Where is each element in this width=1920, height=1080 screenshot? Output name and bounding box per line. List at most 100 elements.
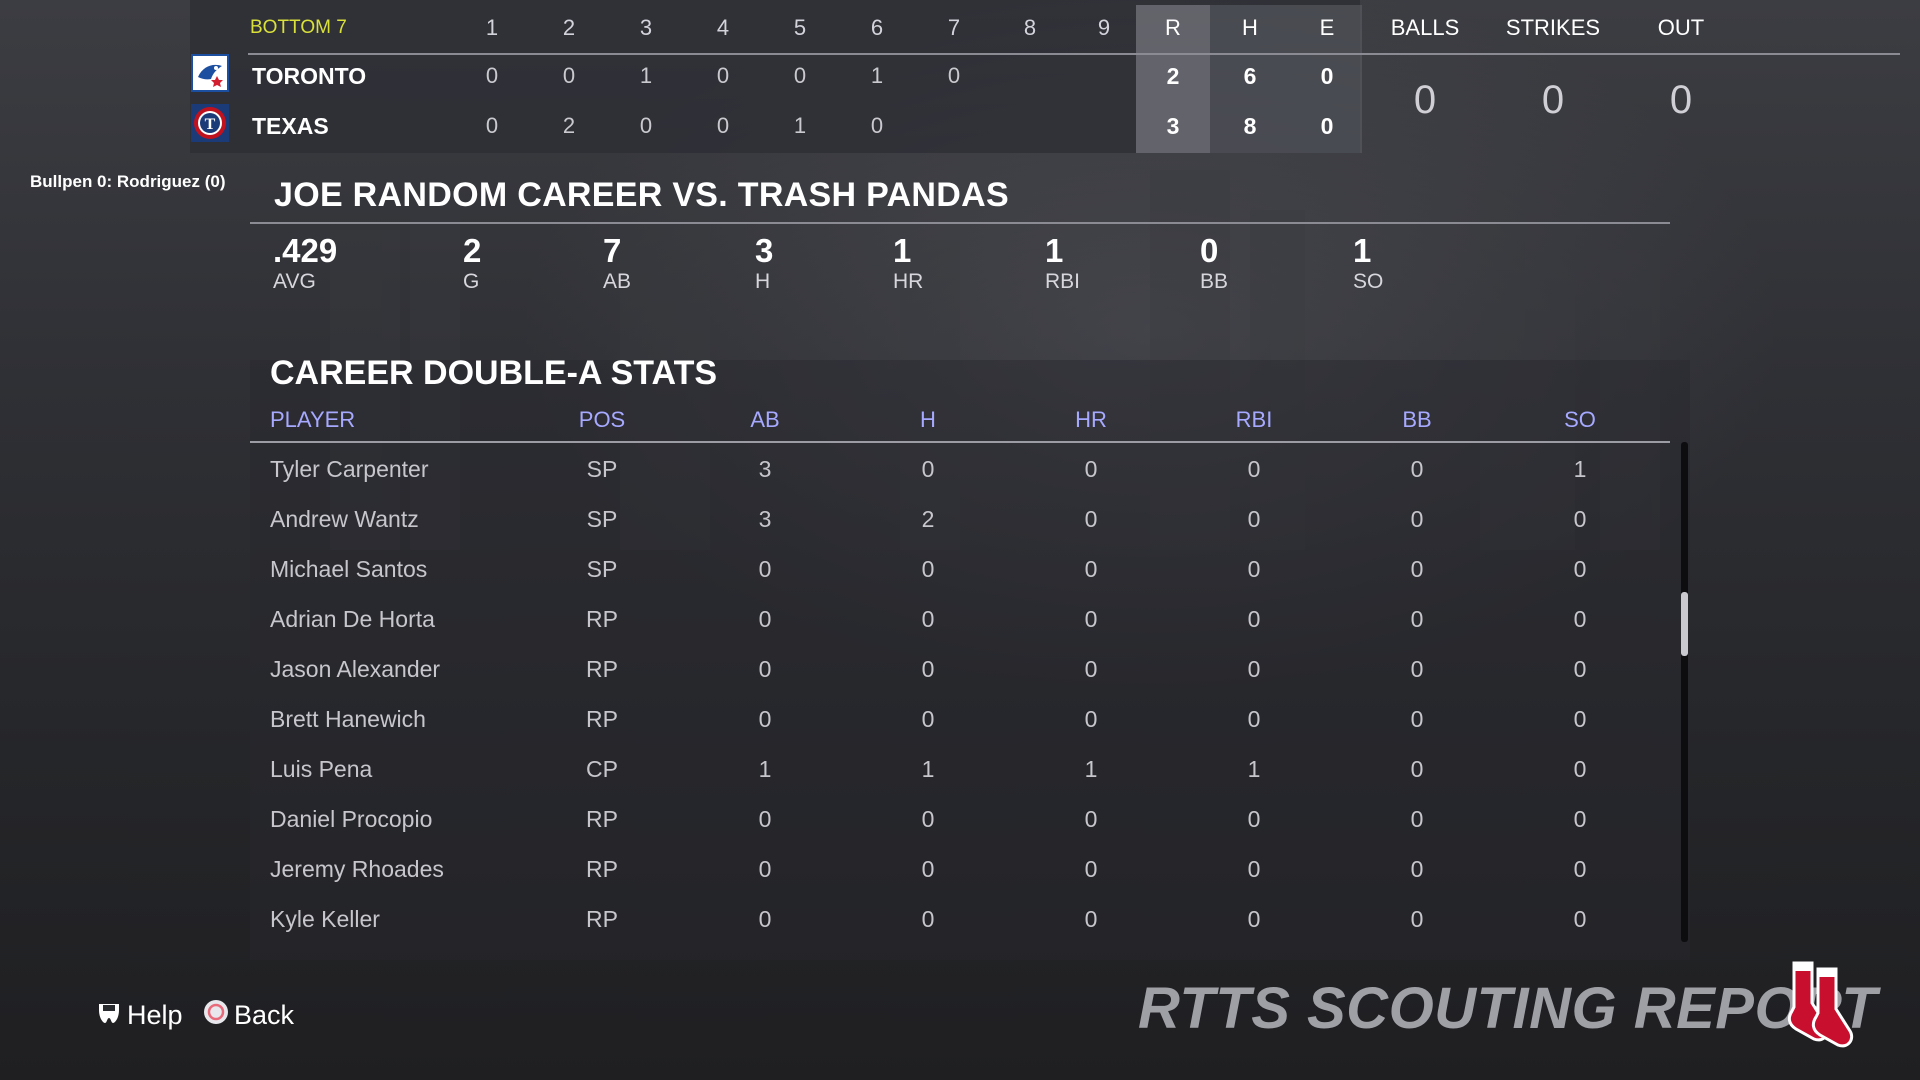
table-row[interactable]: Daniel Procopio RP 0 0 0 0 0 0 <box>250 794 1670 844</box>
stat-cell: 0 <box>1410 906 1424 932</box>
inning-score: 0 <box>716 113 730 138</box>
stat-value: 1 <box>893 232 912 269</box>
help-button[interactable]: Help <box>95 998 183 1033</box>
inning-header: 3 <box>639 15 653 40</box>
scrollbar-track[interactable] <box>1681 442 1688 942</box>
inning-header: 7 <box>947 15 961 40</box>
table-row[interactable]: Kyle Keller RP 0 0 0 0 0 0 <box>250 894 1670 944</box>
scoreboard-divider <box>248 53 1900 55</box>
career-vs-title: JOE RANDOM CAREER VS. TRASH PANDAS <box>274 176 1009 214</box>
column-header: H <box>920 407 936 432</box>
stat-cell: SP <box>586 456 618 482</box>
stat-cell: SP <box>586 506 618 532</box>
stat-cell: 0 <box>1084 506 1098 532</box>
stat-cell: 1 <box>921 756 935 782</box>
stat-cell: 3 <box>758 506 772 532</box>
table-row[interactable]: Luis Pena CP 1 1 1 1 0 0 <box>250 744 1670 794</box>
player-name: Andrew Wantz <box>270 506 419 532</box>
stat-cell: 0 <box>758 706 772 732</box>
column-header: HR <box>1075 407 1107 432</box>
stat-cell: 0 <box>1573 656 1587 682</box>
stat-cell: 1 <box>1247 756 1261 782</box>
inning-score: 0 <box>793 63 807 88</box>
table-row[interactable]: Michael Santos SP 0 0 0 0 0 0 <box>250 544 1670 594</box>
total-hits: 8 <box>1243 113 1257 139</box>
player-name: Brett Hanewich <box>270 706 426 732</box>
stat-label: G <box>463 270 480 293</box>
table-row[interactable]: Tyler Carpenter SP 3 0 0 0 0 1 <box>250 444 1670 494</box>
stat-cell: 0 <box>758 656 772 682</box>
stat-cell: 0 <box>1410 856 1424 882</box>
stat-cell: 0 <box>1573 756 1587 782</box>
stat-value: 1 <box>1045 232 1064 269</box>
table-row[interactable]: Andrew Wantz SP 3 2 0 0 0 0 <box>250 494 1670 544</box>
stat-cell: 0 <box>921 906 935 932</box>
total-errors: 0 <box>1320 113 1334 139</box>
stat-cell: 0 <box>1573 906 1587 932</box>
column-header: PLAYER <box>270 407 356 432</box>
team-name-texas: TEXAS <box>252 113 329 139</box>
stat-cell: 0 <box>1084 456 1098 482</box>
table-row[interactable]: Adrian De Horta RP 0 0 0 0 0 0 <box>250 594 1670 644</box>
stat-cell: 0 <box>1084 856 1098 882</box>
table-row[interactable]: Jeremy Rhoades RP 0 0 0 0 0 0 <box>250 844 1670 894</box>
career-stat: 1 SO <box>1353 232 1383 294</box>
stat-cell: 0 <box>1247 556 1261 582</box>
stat-cell: 0 <box>921 706 935 732</box>
inning-score: 0 <box>485 113 499 138</box>
stat-label: AB <box>603 270 632 293</box>
stat-cell: 0 <box>1410 556 1424 582</box>
column-header: RBI <box>1235 407 1273 432</box>
help-label: Help <box>127 1000 183 1030</box>
career-stat: 2G <box>463 232 481 294</box>
player-name: Kyle Keller <box>270 906 380 932</box>
stat-cell: 0 <box>1573 606 1587 632</box>
inning-header: 2 <box>562 15 576 40</box>
stat-cell: 0 <box>1247 456 1261 482</box>
scrollbar-thumb[interactable] <box>1681 592 1688 656</box>
stat-cell: SP <box>586 556 618 582</box>
stat-cell: 0 <box>921 556 935 582</box>
stat-cell: 0 <box>1084 906 1098 932</box>
column-header: AB <box>750 407 780 432</box>
inning-score: 0 <box>485 63 499 88</box>
stat-cell: 2 <box>921 506 935 532</box>
stat-cell: 0 <box>758 806 772 832</box>
back-button[interactable]: Back <box>202 998 294 1033</box>
career-stat: 1 RBI <box>1045 232 1080 294</box>
bullpen-info: Bullpen 0: Rodriguez (0) <box>30 172 226 191</box>
total-hits: 6 <box>1243 63 1257 89</box>
player-name: Jeremy Rhoades <box>270 856 444 882</box>
touchpad-icon <box>95 998 123 1033</box>
scoreboard: BOTTOM 7 1 2 3 4 5 6 7 8 9 R H E 0 0 1 0 0 1 0 2 6 0 0 2 0 0 1 0 3 8… <box>190 0 1900 153</box>
table-row[interactable]: Jason Alexander RP 0 0 0 0 0 0 <box>250 644 1670 694</box>
stat-cell: 0 <box>1410 756 1424 782</box>
stat-label: BB <box>1200 270 1229 293</box>
column-header: POS <box>578 407 626 432</box>
table-row[interactable]: Brett Hanewich RP 0 0 0 0 0 0 <box>250 694 1670 744</box>
stat-cell: 0 <box>1084 556 1098 582</box>
stat-cell: 0 <box>1410 456 1424 482</box>
stat-cell: 0 <box>1573 856 1587 882</box>
blue-jays-logo-icon <box>191 54 229 92</box>
inning-header: 4 <box>716 15 730 40</box>
stat-cell: 0 <box>1247 656 1261 682</box>
stat-cell: 0 <box>758 856 772 882</box>
stat-label: H <box>755 270 771 293</box>
stat-cell: 1 <box>758 756 772 782</box>
inning-header: 8 <box>1023 15 1037 40</box>
column-header: SO <box>1564 407 1596 432</box>
inning-score: 0 <box>947 63 961 88</box>
stat-cell: 0 <box>758 556 772 582</box>
stat-label: AVG <box>273 270 316 293</box>
inning-header: 9 <box>1097 15 1111 40</box>
stat-cell: RP <box>586 806 618 832</box>
stat-cell: RP <box>586 656 618 682</box>
stat-value: 7 <box>603 232 622 269</box>
inning-score: 0 <box>716 63 730 88</box>
inning-score: 0 <box>639 113 653 138</box>
stat-cell: 0 <box>1084 806 1098 832</box>
career-stat: 1 HR <box>893 232 923 294</box>
count-value: 0 <box>1541 78 1565 122</box>
back-label: Back <box>234 1000 295 1030</box>
